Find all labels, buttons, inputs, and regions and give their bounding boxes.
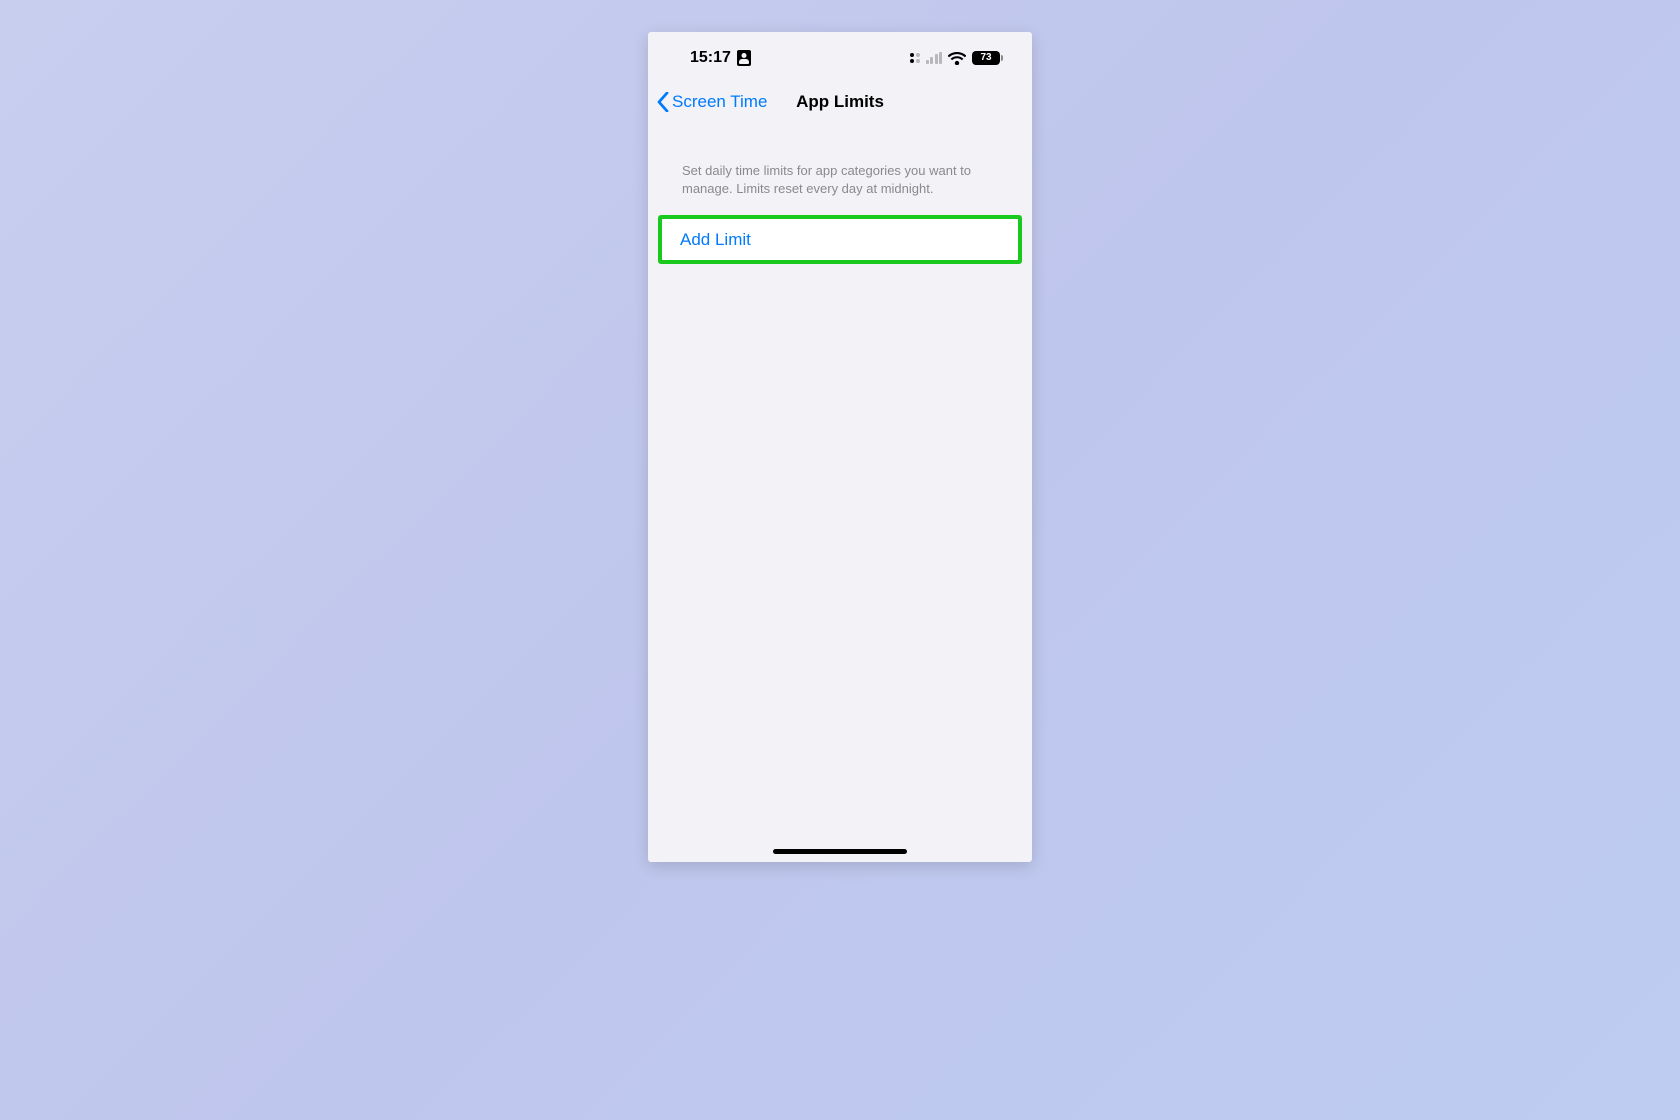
add-limit-label: Add Limit bbox=[680, 230, 751, 250]
back-button[interactable]: Screen Time bbox=[648, 92, 767, 112]
chevron-left-icon bbox=[656, 92, 670, 112]
status-bar: 15:17 73 bbox=[648, 36, 1032, 80]
contact-card-icon bbox=[737, 50, 751, 66]
home-indicator[interactable] bbox=[773, 849, 907, 854]
wifi-icon bbox=[948, 52, 966, 65]
cellular-signal-icon bbox=[926, 52, 943, 64]
battery-level: 73 bbox=[980, 53, 991, 63]
status-left: 15:17 bbox=[690, 49, 751, 67]
phone-screen: 15:17 73 Screen T bbox=[648, 32, 1032, 862]
add-limit-button[interactable]: Add Limit bbox=[658, 215, 1022, 264]
navigation-bar: Screen Time App Limits bbox=[648, 80, 1032, 124]
dual-sim-icon bbox=[910, 53, 920, 63]
back-label: Screen Time bbox=[672, 92, 767, 112]
status-right: 73 bbox=[910, 51, 1001, 65]
content-area: Set daily time limits for app categories… bbox=[648, 124, 1032, 264]
status-time: 15:17 bbox=[690, 49, 731, 67]
battery-icon: 73 bbox=[972, 51, 1000, 65]
description-text: Set daily time limits for app categories… bbox=[648, 124, 1032, 209]
